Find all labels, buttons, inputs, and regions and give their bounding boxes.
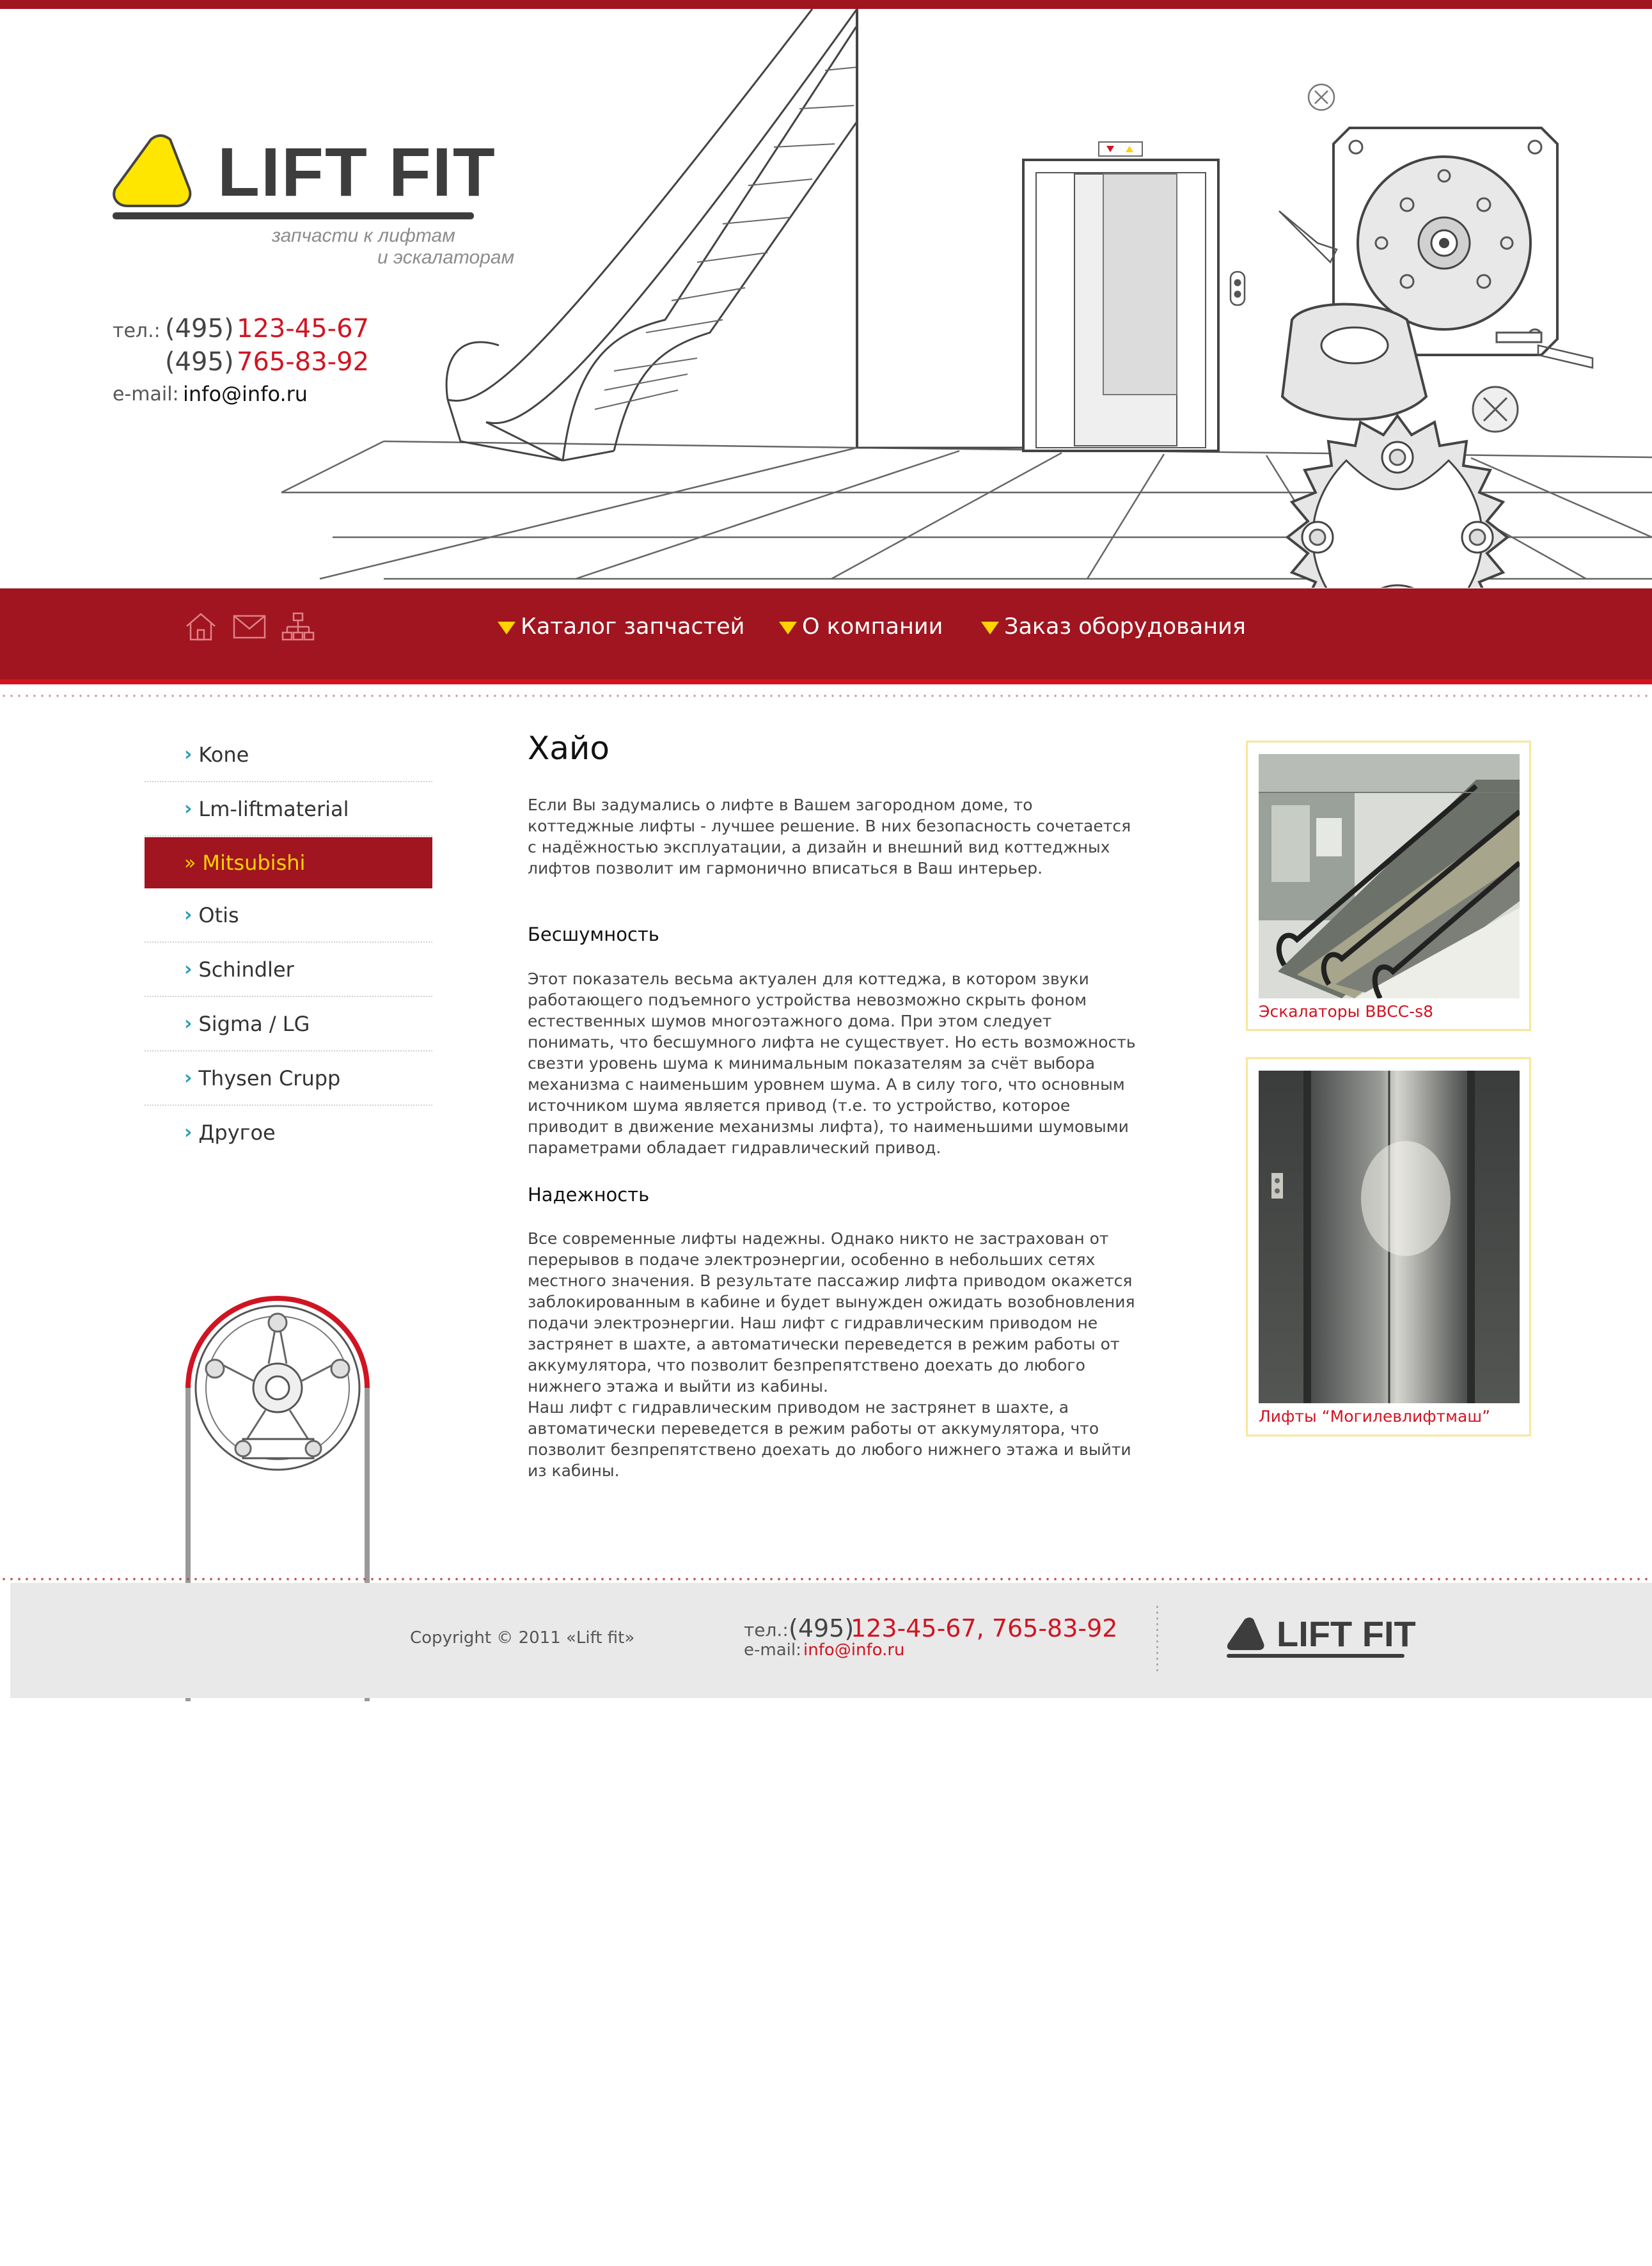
phone1-number: 123-45-67 — [237, 314, 370, 343]
main-content: Хайо Если Вы задумались о лифте в Вашем … — [528, 729, 1142, 1481]
chevron-right-icon: › — [184, 1067, 193, 1089]
intro-paragraph: Если Вы задумались о лифте в Вашем загор… — [528, 796, 1131, 877]
sidebar-item-label: Другое — [198, 1120, 276, 1145]
tagline-line1: запчасти к лифтам — [272, 225, 455, 246]
footer-phone-numbers: 123-45-67, 765-83-92 — [851, 1614, 1118, 1642]
section-text-reliability-extra: Наш лифт с гидравлическим приводом не за… — [528, 1397, 1131, 1480]
phone1-code: (495) — [165, 314, 234, 343]
phone2-code: (495) — [165, 347, 234, 377]
double-chevron-right-icon: » — [184, 851, 196, 874]
footer-copyright: Copyright © 2011 «Lift fit» — [410, 1628, 635, 1648]
sidebar-item-label: Kone — [198, 742, 249, 767]
triangle-down-icon — [981, 622, 999, 634]
card-caption: Лифты “Могилевлифтмаш” — [1259, 1407, 1491, 1426]
sidebar-item-label: Sigma / LG — [198, 1011, 310, 1036]
sidebar-item-label: Mitsubishi — [202, 851, 306, 875]
logo-text: LIFT FIT — [217, 133, 496, 210]
sidebar-item-label: Thysen Crupp — [198, 1066, 341, 1090]
sidebar-item-other[interactable]: › Другое — [145, 1106, 432, 1159]
mail-icon[interactable] — [232, 611, 267, 643]
sidebar-item-mitsubishi[interactable]: » Mitsubishi — [145, 837, 432, 888]
sidebar-item-otis[interactable]: › Otis — [145, 888, 432, 943]
tagline-line2: и эскалаторам — [377, 247, 515, 268]
footer-email-link[interactable]: info@info.ru — [803, 1640, 905, 1660]
escalator-photo — [1259, 754, 1520, 998]
section-text-reliability: Все современные лифты надежны. Однако ни… — [528, 1229, 1135, 1396]
nav-bar-accent-line — [0, 679, 1652, 684]
chevron-right-icon: › — [184, 1121, 193, 1144]
sidebar-item-schindler[interactable]: › Schindler — [145, 943, 432, 997]
page-title: Хайо — [528, 730, 610, 767]
nav-item-catalog[interactable]: Каталог запчастей — [498, 611, 744, 643]
triangle-down-icon — [779, 622, 797, 634]
sidebar-item-sigma-lg[interactable]: › Sigma / LG — [145, 997, 432, 1051]
sidebar-item-kone[interactable]: › Kone — [145, 728, 432, 782]
section-heading-noiseless: Бесшумность — [528, 924, 659, 945]
sidebar-brand-menu: › Kone › Lm-liftmaterial » Mitsubishi › … — [145, 728, 432, 1159]
chevron-right-icon: › — [184, 958, 193, 980]
nav-item-order[interactable]: Заказ оборудования — [981, 611, 1246, 643]
nav-item-label: О компании — [802, 614, 943, 640]
sidebar-item-lm-liftmaterial[interactable]: › Lm-liftmaterial — [145, 782, 432, 837]
nav-item-about[interactable]: О компании — [779, 611, 943, 643]
phone-label: тел.: — [113, 320, 161, 342]
footer-logo-text: LIFT FIT — [1277, 1614, 1416, 1654]
elevator-photo — [1259, 1071, 1520, 1403]
product-card-elevators[interactable]: Лифты “Могилевлифтмаш” — [1246, 1057, 1531, 1436]
email-label: e-mail: — [113, 383, 179, 405]
chevron-right-icon: › — [184, 904, 193, 926]
header-illustration — [281, 9, 1652, 588]
footer-email-label: e-mail: — [744, 1640, 801, 1660]
home-icon[interactable] — [183, 611, 219, 643]
product-card-escalators[interactable]: Эскалаторы BBCC-s8 — [1246, 741, 1531, 1031]
footer-dotted-divider — [0, 1578, 1652, 1580]
footer-phone-label: тел.: — [744, 1619, 789, 1640]
chevron-right-icon: › — [184, 743, 193, 766]
chevron-right-icon: › — [184, 1012, 193, 1035]
card-caption: Эскалаторы BBCC-s8 — [1259, 1002, 1434, 1021]
footer-phone-code: (495) — [789, 1614, 854, 1642]
email-link[interactable]: info@info.ru — [183, 384, 308, 404]
sidebar-item-label: Lm-liftmaterial — [198, 796, 349, 821]
nav-item-label: Заказ оборудования — [1004, 614, 1246, 640]
sidebar-item-thysen-crupp[interactable]: › Thysen Crupp — [145, 1051, 432, 1106]
sitemap-icon[interactable] — [280, 611, 316, 643]
footer-vertical-divider — [1156, 1604, 1158, 1673]
sidebar-item-label: Otis — [198, 902, 239, 927]
section-heading-reliability: Надежность — [528, 1183, 650, 1206]
dotted-divider — [0, 695, 1652, 697]
top-accent-bar — [0, 0, 1652, 9]
triangle-down-icon — [498, 622, 515, 634]
chevron-right-icon: › — [184, 798, 193, 820]
section-text-noiseless: Этот показатель весьма актуален для котт… — [528, 969, 1136, 1157]
phone2-number: 765-83-92 — [237, 347, 370, 377]
nav-item-label: Каталог запчастей — [521, 614, 745, 640]
sidebar-item-label: Schindler — [198, 957, 294, 982]
